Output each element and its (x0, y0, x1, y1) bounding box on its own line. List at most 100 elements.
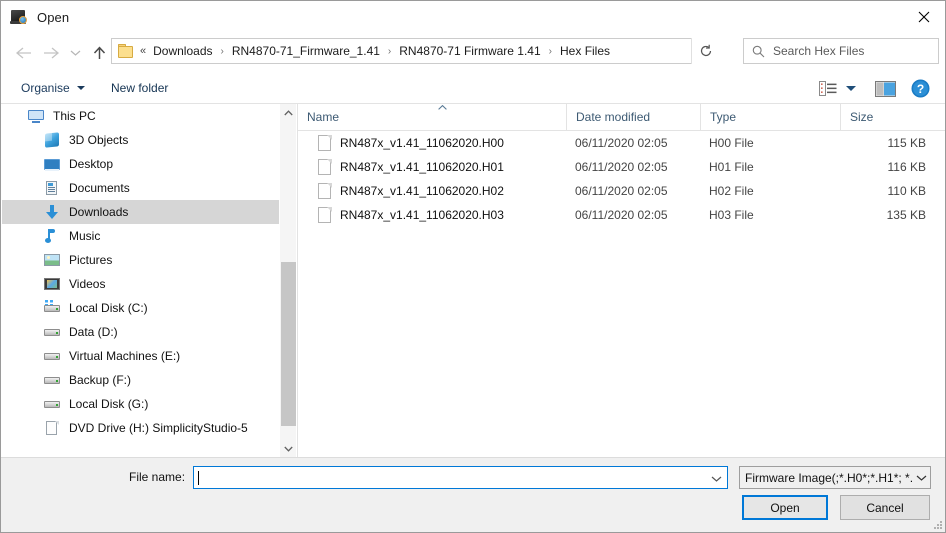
drive-icon (44, 372, 60, 388)
file-icon (318, 158, 332, 176)
sidebar-item-local-disk-c[interactable]: Local Disk (C:) (2, 296, 279, 320)
documents-icon (44, 180, 60, 196)
column-header-type[interactable]: Type (700, 104, 840, 130)
sidebar-item-dvd-drive-h-simplicitystudio-5[interactable]: DVD Drive (H:) SimplicityStudio-5 (2, 416, 279, 440)
file-name-text: RN487x_v1.41_11062020.H00 (340, 136, 504, 150)
sidebar-item-virtual-machines-e[interactable]: Virtual Machines (E:) (2, 344, 279, 368)
file-rows: RN487x_v1.41_11062020.H00 06/11/2020 02:0… (298, 131, 945, 227)
scroll-up-icon[interactable] (280, 104, 297, 121)
drive-icon (44, 348, 60, 364)
refresh-icon[interactable] (691, 38, 719, 64)
3d-objects-icon (44, 132, 60, 148)
sidebar-item-pictures[interactable]: Pictures (2, 248, 279, 272)
sidebar-item-label: Pictures (69, 253, 113, 267)
view-layout-icon (819, 81, 837, 96)
column-header-date[interactable]: Date modified (566, 104, 700, 130)
chevron-down-icon[interactable] (912, 467, 930, 488)
arrow-left-icon[interactable] (9, 39, 37, 67)
chevron-down-icon[interactable] (65, 39, 85, 67)
sidebar-item-label: 3D Objects (69, 133, 129, 147)
navigation-pane[interactable]: This PC 3D Objects Desktop Documents Downloa… (2, 104, 279, 457)
breadcrumb: « Downloads › RN4870-71_Firmware_1.41 › … (138, 41, 692, 61)
sidebar-item-downloads[interactable]: Downloads (2, 200, 279, 224)
sidebar-item-label: Data (D:) (69, 325, 118, 339)
sidebar-item-label: Documents (69, 181, 130, 195)
help-icon: ? (911, 79, 930, 98)
file-icon (318, 134, 332, 152)
scroll-down-icon[interactable] (280, 440, 297, 457)
sidebar-item-desktop[interactable]: Desktop (2, 152, 279, 176)
breadcrumb-separator[interactable]: › (546, 46, 555, 57)
breadcrumb-separator[interactable]: › (218, 46, 227, 57)
breadcrumb-item-2[interactable]: RN4870-71 Firmware 1.41 (394, 41, 545, 61)
view-layout-button[interactable] (819, 78, 856, 99)
chevron-down-icon (846, 86, 856, 91)
file-name-label: File name: (129, 470, 186, 484)
sidebar-item-videos[interactable]: Videos (2, 272, 279, 296)
sidebar-item-label: Local Disk (C:) (69, 301, 148, 315)
sidebar-scrollbar[interactable] (279, 104, 296, 457)
file-date-cell: 06/11/2020 02:05 (575, 160, 668, 174)
toolbar: Organise New folder ? (1, 73, 945, 104)
file-name-input[interactable] (193, 466, 728, 489)
file-icon (318, 182, 332, 200)
file-type-filter-select[interactable]: Firmware Image(;*.H0*;*.H1*; *. (739, 466, 931, 489)
sidebar-item-local-disk-g[interactable]: Local Disk (G:) (2, 392, 279, 416)
sidebar-item-music[interactable]: Music (2, 224, 279, 248)
breadcrumb-overflow[interactable]: « (138, 42, 148, 60)
dvd-drive-icon (44, 420, 60, 436)
file-name-cell: RN487x_v1.41_11062020.H00 (298, 131, 566, 155)
file-date-cell: 06/11/2020 02:05 (575, 208, 668, 222)
file-name-cell: RN487x_v1.41_11062020.H01 (298, 155, 566, 179)
arrow-up-icon[interactable] (85, 39, 113, 67)
search-input[interactable]: Search Hex Files (743, 38, 939, 64)
file-type-cell: H02 File (709, 184, 754, 198)
breadcrumb-item-1[interactable]: RN4870-71_Firmware_1.41 (227, 41, 385, 61)
breadcrumb-item-3[interactable]: Hex Files (555, 41, 615, 61)
resize-grip-icon[interactable] (932, 519, 942, 529)
open-file-dialog: Open « Downloads › RN4870-71_Firmware_1.… (0, 0, 946, 533)
table-row[interactable]: RN487x_v1.41_11062020.H03 06/11/2020 02:0… (298, 203, 945, 227)
help-button[interactable]: ? (911, 78, 930, 99)
file-name-dropdown-icon[interactable] (707, 469, 725, 488)
close-icon[interactable] (901, 1, 945, 32)
cancel-button[interactable]: Cancel (840, 495, 930, 520)
table-row[interactable]: RN487x_v1.41_11062020.H01 06/11/2020 02:0… (298, 155, 945, 179)
sidebar-item-this-pc[interactable]: This PC (2, 104, 279, 128)
preview-pane-button[interactable] (875, 78, 896, 99)
sidebar-item-documents[interactable]: Documents (2, 176, 279, 200)
pictures-icon (44, 252, 60, 268)
sidebar-item-3d-objects[interactable]: 3D Objects (2, 128, 279, 152)
address-bar[interactable]: « Downloads › RN4870-71_Firmware_1.41 › … (111, 38, 719, 64)
sidebar-item-label: Videos (69, 277, 106, 291)
breadcrumb-separator[interactable]: › (385, 46, 394, 57)
sidebar-item-backup-f[interactable]: Backup (F:) (2, 368, 279, 392)
music-icon (44, 228, 60, 244)
system-drive-icon (44, 300, 60, 316)
column-header-name[interactable]: Name (298, 104, 566, 130)
table-row[interactable]: RN487x_v1.41_11062020.H00 06/11/2020 02:0… (298, 131, 945, 155)
file-list[interactable]: Name Date modified Type Size RN487x_v1.4… (298, 104, 945, 457)
sidebar-item-label: Downloads (69, 205, 129, 219)
breadcrumb-item-0[interactable]: Downloads (148, 41, 217, 61)
organise-button[interactable]: Organise (15, 77, 91, 99)
sidebar-item-label: This PC (53, 109, 96, 123)
sidebar-item-data-d[interactable]: Data (D:) (2, 320, 279, 344)
pc-icon (28, 108, 44, 124)
file-type-cell: H01 File (709, 160, 754, 174)
file-size-cell: 110 KB (887, 184, 926, 198)
file-type-cell: H03 File (709, 208, 754, 222)
svg-text:?: ? (917, 82, 924, 96)
column-header-size[interactable]: Size (840, 104, 940, 130)
open-button[interactable]: Open (742, 495, 828, 520)
file-type-cell: H00 File (709, 136, 754, 150)
column-headers: Name Date modified Type Size (298, 104, 945, 131)
folder-icon (118, 44, 135, 58)
new-folder-button[interactable]: New folder (105, 77, 174, 99)
file-name-text: RN487x_v1.41_11062020.H01 (340, 160, 504, 174)
title-bar: Open (1, 1, 945, 33)
table-row[interactable]: RN487x_v1.41_11062020.H02 06/11/2020 02:0… (298, 179, 945, 203)
sidebar-item-label: Virtual Machines (E:) (69, 349, 181, 363)
arrow-right-icon[interactable] (37, 39, 65, 67)
sidebar-scrollbar-thumb[interactable] (281, 262, 296, 426)
